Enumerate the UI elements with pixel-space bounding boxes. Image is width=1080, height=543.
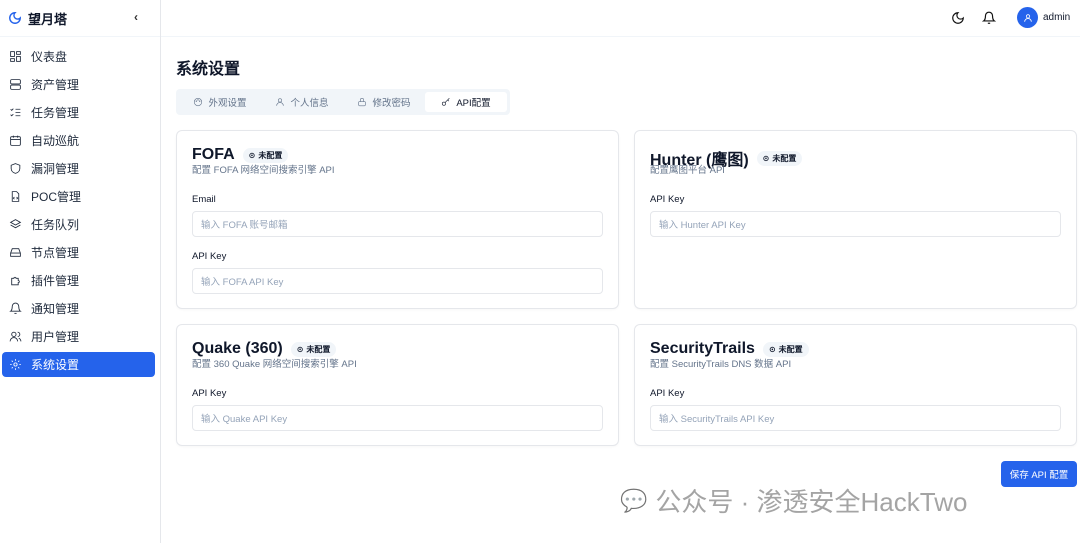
sidebar-item-4[interactable]: 漏洞管理 xyxy=(2,156,155,181)
api-key-label: API Key xyxy=(650,194,685,205)
securitytrails-api-key-input[interactable]: 输入 SecurityTrails API Key xyxy=(650,405,1061,431)
hunter-api-key-input[interactable]: 输入 Hunter API Key xyxy=(650,211,1061,237)
badge-label: 未配置 xyxy=(778,344,803,354)
tab-appearance[interactable]: 外观设置 xyxy=(179,92,261,112)
tab-api-config[interactable]: API配置 xyxy=(425,92,507,112)
sidebar-item-label: 任务队列 xyxy=(31,218,80,232)
api-key-label: API Key xyxy=(192,388,227,399)
fofa-email-input[interactable]: 输入 FOFA 账号邮箱 xyxy=(192,211,603,237)
badge-label: 未配置 xyxy=(306,344,331,354)
sidebar-item-label: 系统设置 xyxy=(31,358,80,372)
watermark: 💬 公众号 · 渗透安全HackTwo xyxy=(620,482,967,519)
list-check-icon xyxy=(10,108,21,117)
tab-profile[interactable]: 个人信息 xyxy=(261,92,343,112)
server-icon xyxy=(10,79,21,90)
sidebar-item-3[interactable]: 自动巡航 xyxy=(2,128,155,153)
tab-label: API配置 xyxy=(456,98,491,109)
dashboard-icon xyxy=(10,51,21,62)
sidebar-item-label: POC管理 xyxy=(31,190,82,204)
puzzle-icon xyxy=(11,276,20,286)
hard-drive-icon xyxy=(10,248,21,257)
palette-icon xyxy=(194,97,203,107)
sidebar-item-0[interactable]: 仪表盘 xyxy=(2,44,155,69)
top-header: admin xyxy=(161,0,1080,37)
tab-label: 个人信息 xyxy=(290,98,329,109)
sidebar-item-6[interactable]: 任务队列 xyxy=(2,212,155,237)
sidebar-item-8[interactable]: 插件管理 xyxy=(2,268,155,293)
circle-dot-icon: ⊙ xyxy=(768,344,776,354)
watermark-text: 公众号 · 渗透安全HackTwo xyxy=(655,487,968,517)
sidebar-item-9[interactable]: 通知管理 xyxy=(2,296,155,321)
save-api-config-button[interactable]: 保存 API 配置 xyxy=(1001,461,1077,487)
users-icon xyxy=(9,331,22,342)
key-icon xyxy=(442,98,450,106)
tab-password[interactable]: 修改密码 xyxy=(343,92,425,112)
api-key-label: API Key xyxy=(192,251,227,262)
sidebar-item-label: 插件管理 xyxy=(31,274,80,288)
fofa-card: FOFA ⊙ 未配置 配置 FOFA 网络空间搜索引擎 API Email 输入 F… xyxy=(176,130,619,309)
hunter-card: Hunter (鹰图) ⊙ 未配置 配置鹰图平台 API API Key 输入 Hu… xyxy=(634,130,1077,309)
status-badge: ⊙ 未配置 xyxy=(762,341,809,357)
moon-logo-icon xyxy=(9,12,21,24)
sidebar-nav: 仪表盘资产管理任务管理自动巡航漏洞管理 POC管理任务队列节点管理插件管理通知管理… xyxy=(0,37,160,377)
status-badge: ⊙ 未配置 xyxy=(756,150,803,166)
sidebar-item-11[interactable]: 系统设置 xyxy=(2,352,155,377)
user-icon xyxy=(276,98,285,106)
sidebar-item-7[interactable]: 节点管理 xyxy=(2,240,155,265)
card-description: 配置 FOFA 网络空间搜索引擎 API xyxy=(192,165,335,176)
sidebar-item-1[interactable]: 资产管理 xyxy=(2,72,155,97)
layers-icon xyxy=(9,219,22,229)
sidebar-item-5[interactable]: POC管理 xyxy=(2,184,155,209)
circle-dot-icon: ⊙ xyxy=(248,150,256,160)
notification-bell-icon[interactable] xyxy=(982,11,996,25)
api-key-label: API Key xyxy=(650,388,685,399)
card-description: 配置 360 Quake 网络空间搜索引擎 API xyxy=(192,359,357,370)
username[interactable]: admin xyxy=(1043,12,1070,23)
app-name: 望月塔 xyxy=(28,11,68,27)
circle-dot-icon: ⊙ xyxy=(296,344,304,354)
badge-label: 未配置 xyxy=(258,150,283,160)
lock-icon xyxy=(358,98,367,107)
circle-dot-icon: ⊙ xyxy=(762,153,770,163)
card-description: 配置鹰图平台 API xyxy=(650,165,725,176)
securitytrails-card: SecurityTrails ⊙ 未配置 配置 SecurityTrails DNS… xyxy=(634,324,1077,446)
bell-icon xyxy=(9,302,22,314)
fofa-api-key-input[interactable]: 输入 FOFA API Key xyxy=(192,268,603,294)
status-badge: ⊙ 未配置 xyxy=(242,147,289,163)
collapse-sidebar-button[interactable]: ‹ xyxy=(134,10,138,24)
gear-icon xyxy=(10,359,21,370)
tab-label: 外观设置 xyxy=(208,98,247,109)
settings-tabs: 外观设置 个人信息 修改密码 API配置 xyxy=(176,89,510,115)
sidebar-item-label: 资产管理 xyxy=(31,78,80,92)
sidebar-item-10[interactable]: 用户管理 xyxy=(2,324,155,349)
badge-label: 未配置 xyxy=(772,153,797,163)
user-icon xyxy=(1023,13,1032,22)
shield-icon xyxy=(10,163,21,174)
wechat-icon: 💬 xyxy=(620,487,648,513)
theme-toggle-icon[interactable] xyxy=(951,11,965,25)
sidebar-item-label: 节点管理 xyxy=(31,246,80,260)
email-label: Email xyxy=(192,194,216,205)
status-badge: ⊙ 未配置 xyxy=(290,341,337,357)
sidebar: 望月塔 ‹ 仪表盘资产管理任务管理自动巡航漏洞管理 POC管理任务队列节点管理插件… xyxy=(0,0,161,543)
sidebar-item-label: 仪表盘 xyxy=(31,50,68,64)
sidebar-item-2[interactable]: 任务管理 xyxy=(2,100,155,125)
quake-card: Quake (360) ⊙ 未配置 配置 360 Quake 网络空间搜索引擎 AP… xyxy=(176,324,619,446)
sidebar-item-label: 自动巡航 xyxy=(31,134,80,148)
sidebar-item-label: 通知管理 xyxy=(31,302,80,316)
avatar[interactable] xyxy=(1017,7,1038,28)
sidebar-item-label: 任务管理 xyxy=(31,106,80,120)
page-title: 系统设置 xyxy=(176,61,241,78)
card-description: 配置 SecurityTrails DNS 数据 API xyxy=(650,359,792,370)
brand: 望月塔 ‹ xyxy=(0,0,160,37)
sidebar-item-label: 用户管理 xyxy=(31,330,80,344)
calendar-icon xyxy=(10,135,21,146)
sidebar-item-label: 漏洞管理 xyxy=(31,162,80,176)
quake-api-key-input[interactable]: 输入 Quake API Key xyxy=(192,405,603,431)
file-code-icon xyxy=(11,191,20,202)
tab-label: 修改密码 xyxy=(372,98,411,109)
